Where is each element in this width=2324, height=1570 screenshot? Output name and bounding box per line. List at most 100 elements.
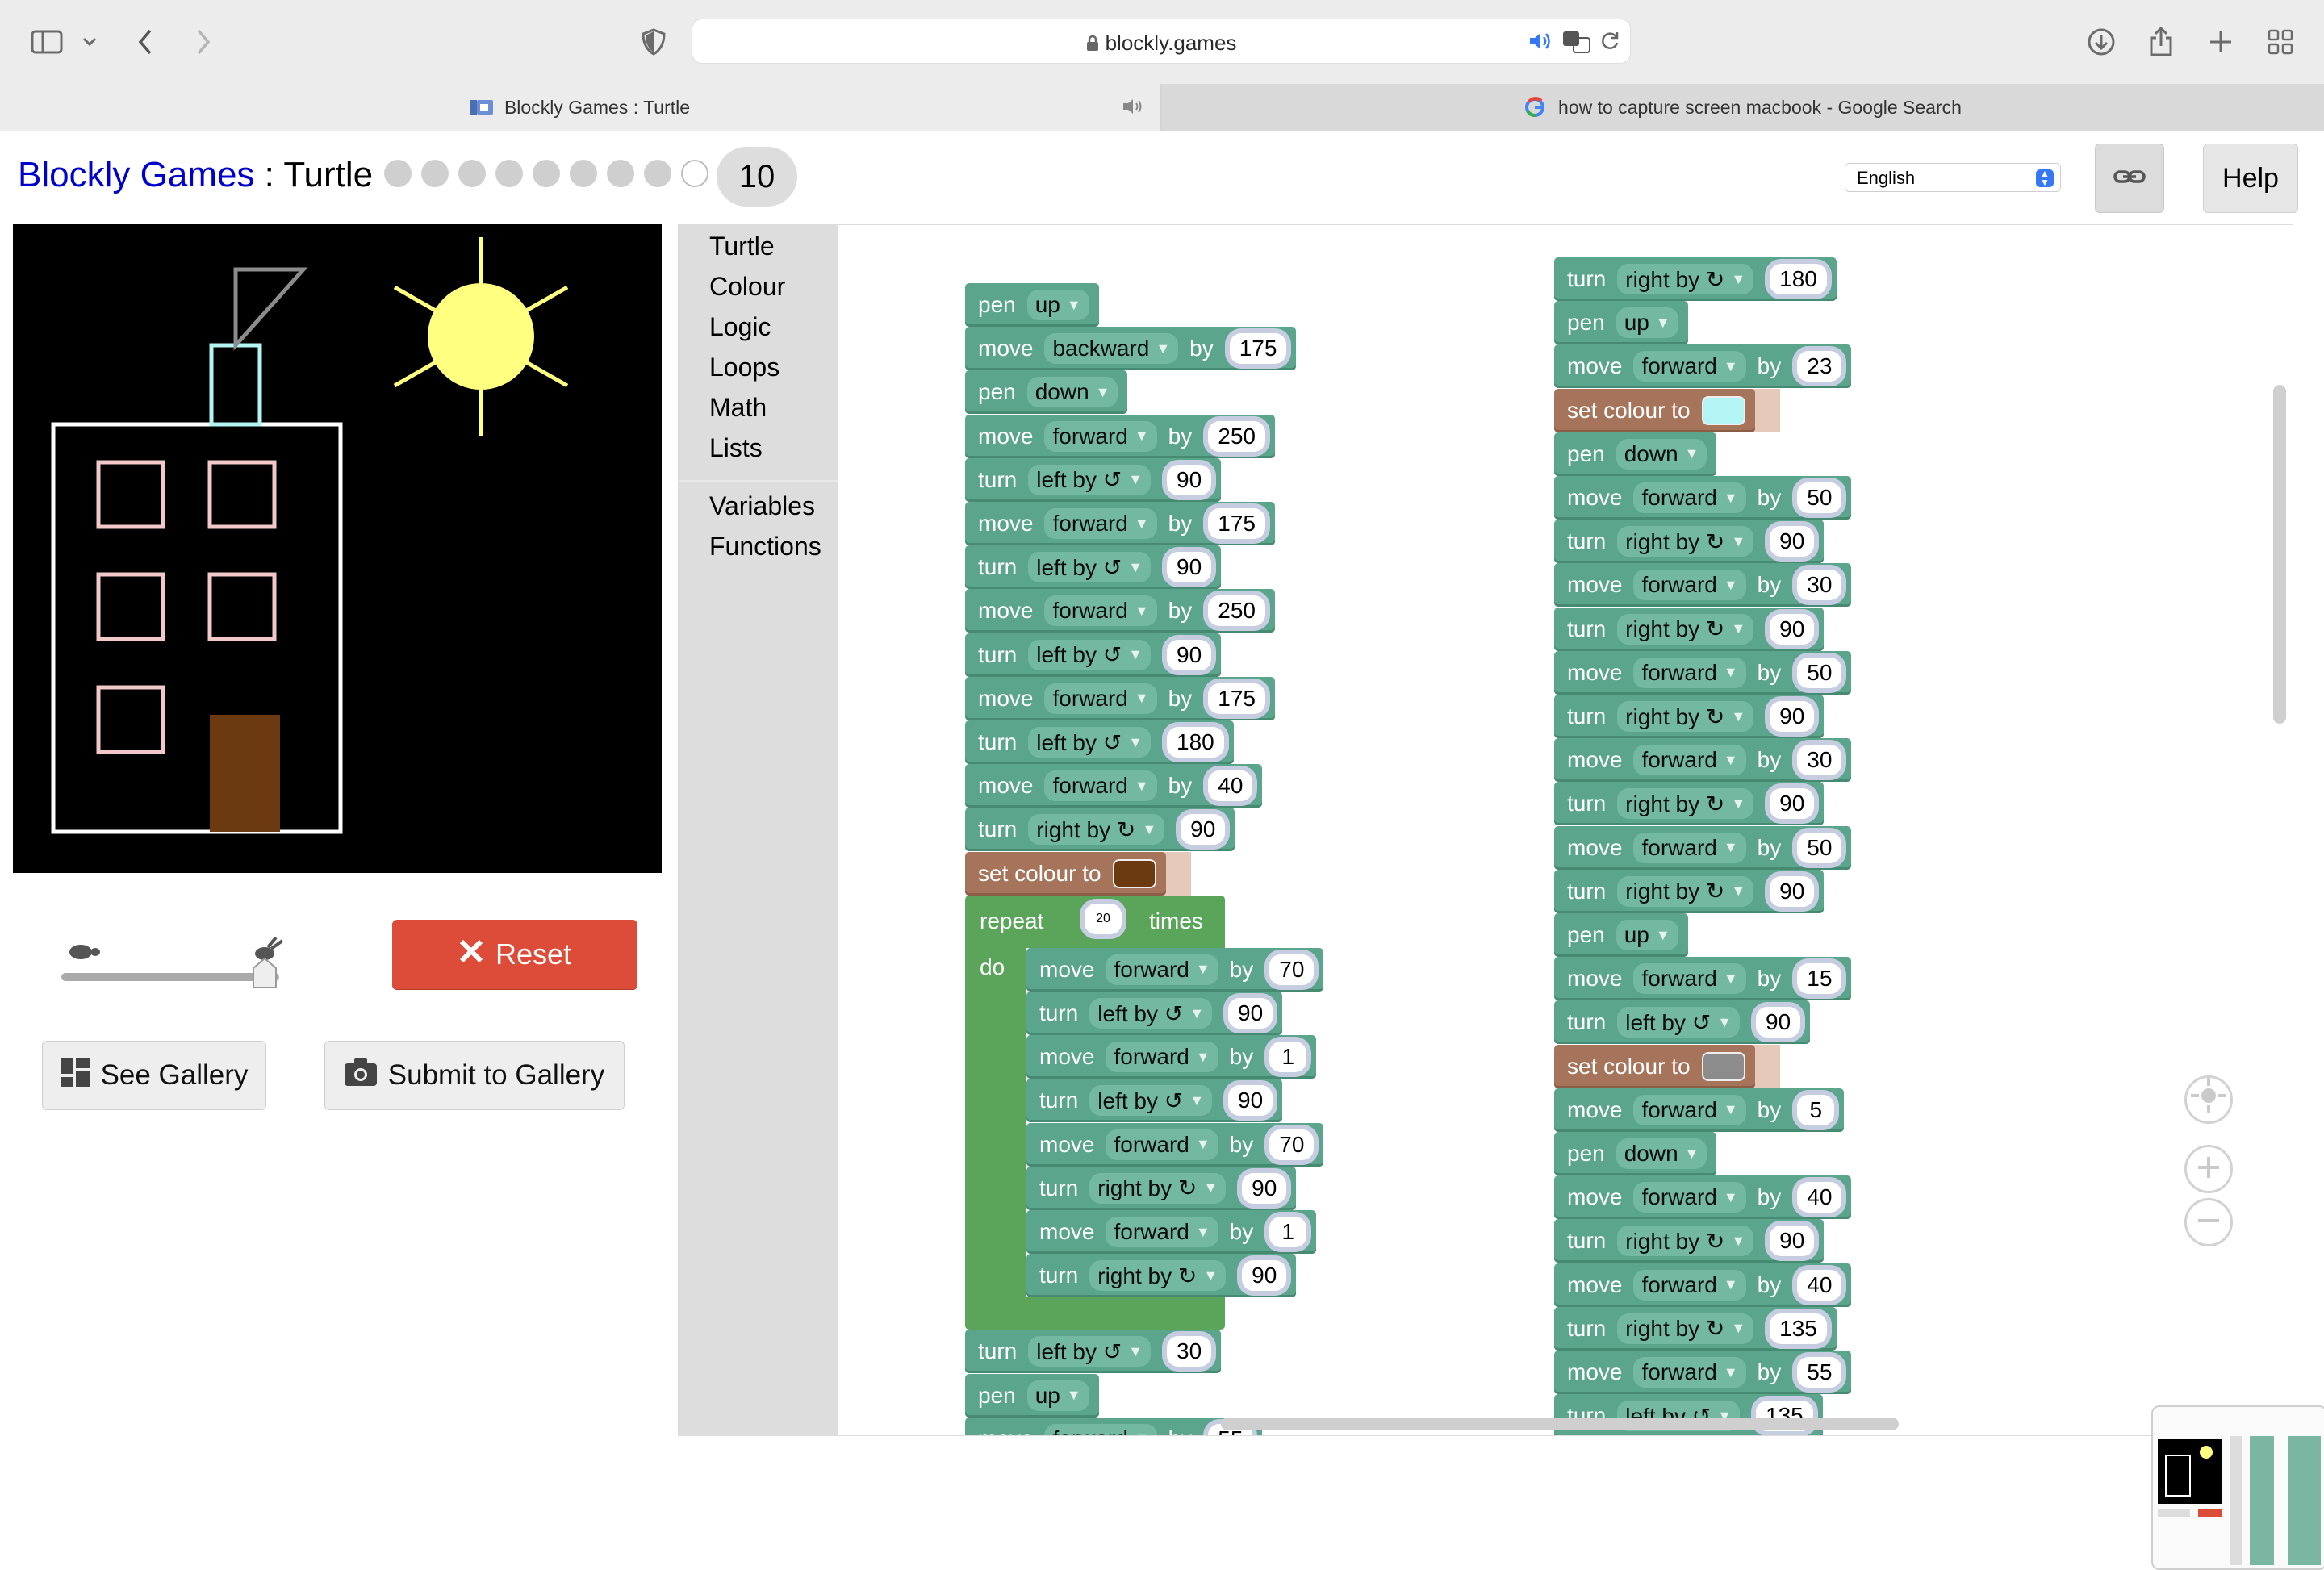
speed-slider[interactable] <box>56 936 290 1010</box>
colour-swatch[interactable] <box>1701 1051 1745 1081</box>
direction-dropdown[interactable]: left by ↺ ▼ <box>1028 552 1152 583</box>
number-field[interactable]: 30 <box>1167 1336 1212 1367</box>
move-block[interactable]: moveforward▼by55 <box>965 1417 1263 1435</box>
number-field[interactable]: 23 <box>1797 351 1842 382</box>
privacy-shield-icon[interactable] <box>637 26 670 58</box>
direction-dropdown[interactable]: forward ▼ <box>1044 508 1157 539</box>
direction-dropdown[interactable]: left by ↺ ▼ <box>1028 1336 1152 1367</box>
move-block[interactable]: move forward ▼ by 70 <box>1026 947 1324 992</box>
move-block[interactable]: move forward ▼ by 23 <box>1554 344 1852 389</box>
colour-block[interactable]: set colour to <box>965 851 1166 896</box>
direction-dropdown[interactable]: right by ↻ ▼ <box>1617 788 1754 820</box>
turn-block[interactable]: turn left by ↺ ▼ 90 <box>1026 992 1283 1036</box>
level-dot[interactable] <box>421 160 449 187</box>
turn-block[interactable]: turn right by ↻ ▼ 90 <box>1554 607 1825 651</box>
number-field[interactable]: 250 <box>1208 420 1265 452</box>
number-field[interactable]: 40 <box>1797 1182 1842 1213</box>
colour-swatch[interactable] <box>1701 395 1745 425</box>
number-field[interactable]: 40 <box>1208 770 1253 802</box>
direction-dropdown[interactable]: forward ▼ <box>1633 482 1746 513</box>
pen-block[interactable]: pen down ▼ <box>965 370 1128 415</box>
turn-block[interactable]: turn left by ↺ ▼ 90 <box>1026 1079 1283 1123</box>
number-field[interactable]: 250 <box>1208 595 1265 627</box>
number-field[interactable]: 30 <box>1797 570 1842 601</box>
direction-dropdown[interactable]: forward ▼ <box>1044 420 1157 452</box>
move-block[interactable]: move forward ▼ by 175 <box>965 676 1275 720</box>
audio-icon[interactable] <box>1528 31 1553 56</box>
share-icon[interactable] <box>2145 26 2177 58</box>
turn-block[interactable]: turn right by ↻ ▼ 180 <box>1554 257 1837 301</box>
number-field[interactable]: 90 <box>1167 639 1212 670</box>
direction-dropdown[interactable]: left by ↺ ▼ <box>1089 1085 1213 1117</box>
turn-block[interactable]: turn right by ↻ ▼ 90 <box>1026 1166 1297 1210</box>
number-field[interactable]: 50 <box>1797 832 1842 863</box>
direction-dropdown[interactable]: down ▼ <box>1616 1138 1707 1169</box>
move-block[interactable]: move forward ▼ by 1 <box>1026 1035 1317 1079</box>
number-field[interactable]: 30 <box>1797 745 1842 776</box>
window-thumbnail[interactable] <box>2151 1405 2324 1570</box>
category-math[interactable]: Math <box>709 393 767 423</box>
reset-button[interactable]: Reset <box>392 920 637 989</box>
number-field[interactable]: 180 <box>1770 264 1827 294</box>
direction-dropdown[interactable]: right by ↻ ▼ <box>1028 814 1165 846</box>
number-field[interactable]: 90 <box>1167 552 1212 583</box>
pen-block[interactable]: pen down ▼ <box>1554 1132 1717 1175</box>
direction-dropdown[interactable]: forward ▼ <box>1106 1217 1218 1248</box>
pen-block[interactable]: pen up ▼ <box>965 283 1099 327</box>
direction-dropdown[interactable]: right by ↻ ▼ <box>1617 875 1754 907</box>
repeat-count-field[interactable]: 20 <box>1085 903 1122 934</box>
number-field[interactable]: 40 <box>1797 1269 1842 1301</box>
submit-gallery-button[interactable]: Submit to Gallery <box>324 1041 625 1110</box>
direction-dropdown[interactable]: forward ▼ <box>1044 1423 1157 1435</box>
direction-dropdown[interactable]: up ▼ <box>1616 307 1678 339</box>
direction-dropdown[interactable]: forward ▼ <box>1044 770 1157 802</box>
turn-block[interactable]: turn left by ↺ ▼ 180 <box>965 720 1234 764</box>
tab-overview-icon[interactable] <box>2264 26 2297 58</box>
turn-block[interactable]: turn right by ↻ ▼ 90 <box>1554 520 1825 564</box>
direction-dropdown[interactable]: left by ↺ ▼ <box>1028 639 1152 670</box>
address-bar[interactable]: blockly.games <box>692 19 1630 63</box>
see-gallery-button[interactable]: See Gallery <box>42 1041 266 1110</box>
direction-dropdown[interactable]: forward ▼ <box>1106 954 1218 985</box>
direction-dropdown[interactable]: forward ▼ <box>1633 1182 1746 1213</box>
turn-block[interactable]: turn left by ↺ ▼ 90 <box>965 457 1222 502</box>
turn-block[interactable]: turn right by ↻ ▼ 90 <box>1554 869 1825 913</box>
direction-dropdown[interactable]: forward ▼ <box>1633 1269 1746 1301</box>
tab-google-search[interactable]: how to capture screen macbook - Google S… <box>1162 84 2324 131</box>
direction-dropdown[interactable]: forward ▼ <box>1633 963 1746 995</box>
move-block[interactable]: move forward ▼ by 250 <box>965 414 1275 458</box>
help-button[interactable]: Help <box>2203 144 2298 213</box>
number-field[interactable]: 70 <box>1269 1129 1315 1160</box>
vertical-scrollbar[interactable] <box>2273 385 2286 724</box>
direction-dropdown[interactable]: forward ▼ <box>1633 1357 1746 1388</box>
move-block[interactable]: move forward ▼ by 250 <box>965 589 1275 633</box>
turn-block[interactable]: turn left by ↺ ▼ 90 <box>965 633 1222 677</box>
number-field[interactable]: 90 <box>1242 1172 1287 1204</box>
number-field[interactable]: 180 <box>1167 727 1224 758</box>
move-block[interactable]: move forward ▼ by 40 <box>965 764 1263 808</box>
number-field[interactable]: 90 <box>1770 613 1815 645</box>
back-icon[interactable] <box>129 26 161 58</box>
direction-dropdown[interactable]: right by ↻ ▼ <box>1617 613 1754 645</box>
number-field[interactable]: 90 <box>1242 1260 1287 1292</box>
number-field[interactable]: 1 <box>1269 1042 1307 1073</box>
number-field[interactable]: 90 <box>1167 464 1212 495</box>
number-field[interactable]: 5 <box>1797 1094 1835 1125</box>
horizontal-scrollbar[interactable] <box>1221 1418 1899 1430</box>
blockly-workspace[interactable]: Turtle Colour Logic Loops Math Lists Var… <box>678 224 2293 1436</box>
number-field[interactable]: 70 <box>1269 954 1315 985</box>
level-dot[interactable] <box>570 160 597 187</box>
move-block[interactable]: move forward ▼ by 50 <box>1554 476 1852 520</box>
slider-thumb[interactable] <box>253 957 277 988</box>
number-field[interactable]: 175 <box>1208 683 1265 714</box>
number-field[interactable]: 175 <box>1208 508 1265 539</box>
direction-dropdown[interactable]: right by ↻ ▼ <box>1089 1172 1227 1204</box>
direction-dropdown[interactable]: forward ▼ <box>1633 570 1746 601</box>
level-dot[interactable] <box>495 160 523 187</box>
category-logic[interactable]: Logic <box>709 312 771 342</box>
direction-dropdown[interactable]: right by ↻ ▼ <box>1617 701 1754 732</box>
direction-dropdown[interactable]: left by ↺ ▼ <box>1617 1007 1741 1038</box>
turn-block[interactable]: turn right by ↻ ▼ 90 <box>1554 695 1825 738</box>
number-field[interactable]: 55 <box>1797 1357 1842 1388</box>
translate-icon[interactable] <box>1562 31 1591 57</box>
